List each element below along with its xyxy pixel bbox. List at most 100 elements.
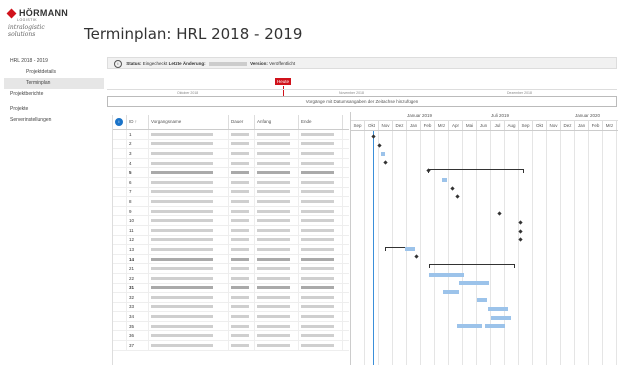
- month-label: Aug: [505, 121, 519, 130]
- task-bar[interactable]: [459, 281, 489, 286]
- sidebar-item[interactable]: HRL 2018 - 2019: [4, 56, 104, 67]
- redacted-value: [301, 199, 334, 203]
- col-start[interactable]: Anfang: [255, 115, 299, 129]
- task-id: 12: [127, 235, 149, 245]
- table-row[interactable]: 14: [113, 254, 349, 265]
- redacted-cell: [149, 158, 229, 168]
- milestone-marker[interactable]: [377, 142, 382, 148]
- sidebar-item[interactable]: Projektberichte: [4, 89, 104, 100]
- grid-line: [350, 131, 351, 365]
- task-bar[interactable]: [491, 315, 511, 320]
- milestone-marker[interactable]: [455, 194, 460, 199]
- gantt-months: Sep Okt Nov Dez Jan Feb Mrz Apr Mai Jun Jul Aug Sep O…: [351, 121, 618, 131]
- col-id[interactable]: ID ↑: [127, 115, 149, 129]
- gantt-body: [351, 131, 618, 365]
- redacted-value: [301, 267, 334, 271]
- redacted-value: [301, 257, 334, 261]
- table-row[interactable]: 6: [113, 177, 349, 188]
- milestone-marker[interactable]: [450, 185, 455, 191]
- row-indicator: [113, 273, 127, 283]
- table-row[interactable]: 2: [113, 139, 349, 150]
- col-name[interactable]: Vorgangsname: [149, 115, 229, 129]
- redacted-cell: [229, 264, 255, 273]
- redacted-cell: [229, 149, 255, 158]
- col-duration[interactable]: Dauer: [229, 115, 255, 129]
- summary-bracket[interactable]: [429, 264, 515, 268]
- redacted-value: [301, 190, 334, 194]
- month-label: Dez: [393, 121, 407, 130]
- task-bar[interactable]: [442, 178, 447, 182]
- timeline-drop-zone[interactable]: Vorgänge mit Datumsangaben der Zeitachse…: [107, 96, 617, 107]
- task-bar[interactable]: [405, 246, 415, 251]
- sidebar-item[interactable]: Terminplan: [4, 78, 104, 89]
- table-row[interactable]: 32: [113, 293, 349, 303]
- sidebar-item[interactable]: Serverinstellungen: [4, 115, 104, 126]
- redacted-cell: [255, 206, 299, 216]
- redacted-value: [257, 180, 290, 184]
- task-bar[interactable]: [485, 324, 505, 329]
- task-bar[interactable]: [381, 152, 385, 157]
- redacted-value: [151, 247, 213, 251]
- redacted-cell: [255, 341, 299, 350]
- table-row[interactable]: 22: [113, 273, 349, 284]
- redacted-value: [151, 199, 213, 203]
- redacted-cell: [149, 312, 229, 321]
- table-row[interactable]: 4: [113, 158, 349, 169]
- current-date-line: [373, 131, 374, 365]
- redacted-cell: [149, 273, 229, 283]
- redacted-cell: [229, 293, 255, 302]
- redacted-value: [257, 161, 290, 165]
- redacted-value: [257, 324, 290, 328]
- table-row[interactable]: 9: [113, 206, 349, 217]
- milestone-marker[interactable]: [383, 160, 388, 165]
- grid-header: i ID ↑ Vorgangsname Dauer Anfang Ende: [113, 115, 349, 130]
- row-indicator: [113, 130, 127, 139]
- redacted-cell: [149, 302, 229, 312]
- table-row[interactable]: 11: [113, 225, 349, 236]
- redacted-cell: [299, 245, 343, 254]
- task-bar[interactable]: [429, 272, 464, 277]
- task-id: 21: [127, 264, 149, 273]
- table-row[interactable]: 1: [113, 130, 349, 140]
- sidebar-item[interactable]: Projektdetails: [4, 67, 104, 78]
- task-bar[interactable]: [477, 298, 487, 303]
- table-row[interactable]: 3: [113, 149, 349, 159]
- summary-bracket[interactable]: [428, 169, 524, 174]
- month-label: Apr: [617, 121, 618, 130]
- table-row[interactable]: 10: [113, 216, 349, 226]
- row-indicator: [113, 177, 127, 187]
- milestone-marker[interactable]: [414, 254, 419, 260]
- sidebar-item[interactable]: Projekte: [4, 104, 104, 115]
- redacted-value: [257, 228, 290, 232]
- table-row[interactable]: 36: [113, 331, 349, 342]
- table-row[interactable]: 37: [113, 341, 349, 351]
- table-row[interactable]: 21: [113, 264, 349, 274]
- task-bar[interactable]: [457, 324, 482, 329]
- table-row[interactable]: 35: [113, 321, 349, 332]
- redacted-cell: [229, 321, 255, 331]
- task-bar[interactable]: [488, 307, 508, 311]
- brand-script: intralogistic solutions: [8, 24, 45, 38]
- redacted-value: [231, 257, 250, 261]
- table-row[interactable]: 13: [113, 245, 349, 255]
- milestone-marker[interactable]: [518, 237, 523, 242]
- task-grid: i ID ↑ Vorgangsname Dauer Anfang Ende 12…: [112, 115, 349, 365]
- milestone-marker[interactable]: [371, 134, 376, 139]
- milestone-marker[interactable]: [518, 220, 523, 225]
- table-row[interactable]: 12: [113, 235, 349, 246]
- task-bar[interactable]: [443, 289, 459, 294]
- timeline-ruler: Oktober 2018 November 2018 Dezember 2018: [107, 89, 617, 96]
- col-indicator[interactable]: i: [113, 115, 127, 129]
- task-id: 36: [127, 331, 149, 341]
- table-row[interactable]: 33: [113, 302, 349, 313]
- table-row[interactable]: 8: [113, 197, 349, 207]
- table-row[interactable]: 34: [113, 312, 349, 322]
- col-end[interactable]: Ende: [299, 115, 343, 129]
- table-row[interactable]: 5: [113, 168, 349, 178]
- redacted-cell: [299, 264, 343, 273]
- table-row[interactable]: 7: [113, 187, 349, 198]
- redacted-cell: [229, 216, 255, 225]
- milestone-marker[interactable]: [518, 228, 523, 234]
- milestone-marker[interactable]: [497, 211, 502, 217]
- table-row[interactable]: 31: [113, 283, 349, 294]
